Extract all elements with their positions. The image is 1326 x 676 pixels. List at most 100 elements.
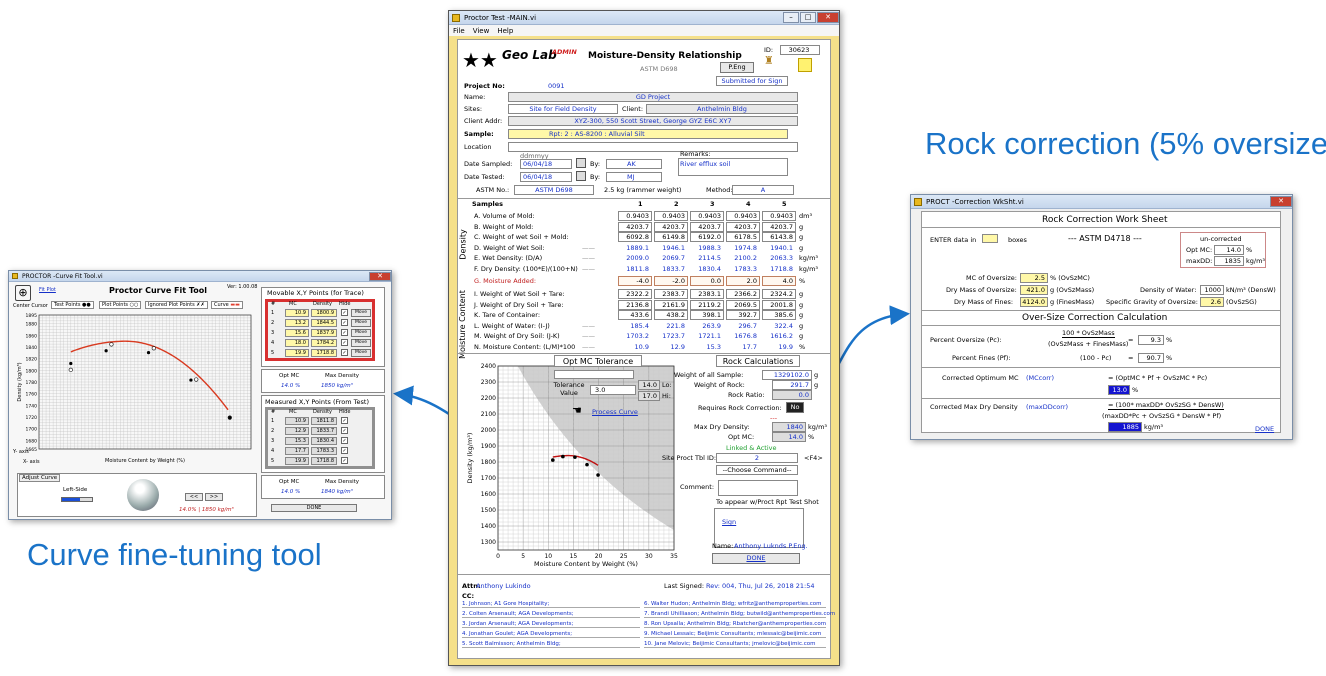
sign-link[interactable]: Sign [722, 518, 736, 526]
table-cell[interactable]: 6178.5 [726, 232, 760, 242]
maximize-icon[interactable]: □ [800, 12, 816, 23]
curve-titlebar[interactable]: PROCTOR -Curve Fit Tool.vi ✕ [9, 271, 391, 282]
close-icon[interactable]: ✕ [817, 12, 839, 23]
req-rock-toggle[interactable]: No [786, 402, 804, 413]
table-cell[interactable]: 6192.0 [690, 232, 724, 242]
site-tbl-select[interactable]: 2 [716, 453, 798, 463]
shift-left-button[interactable]: << [185, 493, 203, 501]
addr-field[interactable]: XYZ-300, 550 Scott Street, George GYZ E6… [508, 116, 798, 126]
sampled-field[interactable]: 06/04/18 [520, 159, 572, 169]
wt-rock-field[interactable]: 291.7 [772, 380, 812, 390]
table-cell[interactable]: 2366.2 [726, 289, 760, 299]
table-cell[interactable]: 0.0 [690, 275, 724, 286]
table-cell[interactable]: 2324.2 [762, 289, 796, 299]
remarks-field[interactable]: River efflux soil [678, 158, 788, 176]
name-field[interactable]: GD Project [508, 92, 798, 102]
rock-close-icon[interactable]: ✕ [1270, 196, 1292, 207]
sg-field[interactable]: 2.6 [1200, 297, 1224, 307]
id-field[interactable]: 30623 [780, 45, 820, 55]
table-cell[interactable]: 4.0 [762, 275, 796, 286]
project-value[interactable]: 0091 [548, 82, 565, 90]
method-select[interactable]: A [732, 185, 794, 195]
table-cell[interactable]: 2383.7 [654, 289, 688, 299]
table-cell[interactable]: 4203.7 [654, 221, 688, 232]
shift-right-button[interactable]: >> [205, 493, 223, 501]
hide-checkbox[interactable]: ✓ [341, 349, 348, 356]
menu-help[interactable]: Help [497, 27, 513, 35]
hide-checkbox[interactable]: ✓ [341, 319, 348, 326]
tolerance-field[interactable]: 3.0 [590, 385, 636, 395]
table-cell[interactable]: 433.6 [618, 310, 652, 320]
command-select[interactable]: --Choose Command-- [716, 465, 798, 475]
hide-checkbox[interactable]: ✓ [341, 309, 348, 316]
hide-checkbox[interactable]: ✓ [341, 447, 348, 454]
hand-icon[interactable]: ☚ [572, 404, 582, 417]
hide-checkbox[interactable]: ✓ [341, 457, 348, 464]
curve-close-icon[interactable]: ✕ [369, 271, 391, 281]
move-button[interactable]: Move [351, 339, 371, 347]
sites-field[interactable]: Site for Field Density [508, 104, 618, 114]
table-cell[interactable]: 438.2 [654, 310, 688, 320]
rock-done-button[interactable]: DONE [1255, 425, 1274, 433]
table-cell[interactable]: 2.0 [726, 275, 760, 286]
by-field-2[interactable]: MJ [606, 172, 662, 182]
process-curve-link[interactable]: Process Curve [592, 408, 638, 416]
table-cell[interactable]: 2069.5 [726, 299, 760, 310]
dry-over-field[interactable]: 421.0 [1020, 285, 1048, 295]
sample-select[interactable]: Rpt: 2 : AS-8200 : Alluvial Silt [508, 129, 788, 139]
curve-done-button[interactable]: DONE [271, 504, 357, 512]
table-cell[interactable]: 2001.8 [762, 299, 796, 310]
hide-checkbox[interactable]: ✓ [341, 329, 348, 336]
client-field[interactable]: Anthelmin Bldg [646, 104, 798, 114]
table-cell[interactable]: 0.9403 [762, 211, 796, 221]
hide-checkbox[interactable]: ✓ [341, 417, 348, 424]
move-button[interactable]: Move [351, 329, 371, 337]
tolerance-select[interactable] [554, 370, 634, 379]
menu-file[interactable]: File [453, 27, 465, 35]
main-titlebar[interactable]: Proctor Test -MAIN.vi – □ ✕ [449, 11, 839, 25]
p-eng-button[interactable]: P.Eng [720, 62, 754, 73]
tested-field[interactable]: 06/04/18 [520, 172, 572, 182]
table-cell[interactable]: -4.0 [618, 275, 652, 286]
calendar-icon-2[interactable] [576, 171, 586, 181]
hide-checkbox[interactable]: ✓ [341, 437, 348, 444]
table-cell[interactable]: 4203.7 [690, 221, 724, 232]
comment-field[interactable] [718, 480, 798, 496]
table-cell[interactable]: 2161.9 [654, 299, 688, 310]
table-cell[interactable]: 0.9403 [690, 211, 724, 221]
calendar-icon[interactable] [576, 158, 586, 168]
table-cell[interactable]: 6149.8 [654, 232, 688, 242]
move-button[interactable]: Move [351, 309, 371, 317]
rock-titlebar[interactable]: PROCT -Correction WkSht.vi ✕ [911, 195, 1292, 209]
table-cell[interactable]: 0.9403 [654, 211, 688, 221]
table-cell[interactable]: 2119.2 [690, 299, 724, 310]
dry-fines-field[interactable]: 4124.0 [1020, 297, 1048, 307]
main-done-button[interactable]: DONE [712, 553, 800, 564]
fit-plot-link[interactable]: Fit Plot [39, 287, 56, 293]
table-cell[interactable]: 2136.8 [618, 299, 652, 310]
left-side-slider[interactable] [61, 497, 93, 502]
table-cell[interactable]: 4203.7 [618, 221, 652, 232]
table-cell[interactable]: 0.9403 [726, 211, 760, 221]
astm-select[interactable]: ASTM D698 [514, 185, 594, 195]
table-cell[interactable]: 0.9403 [618, 211, 652, 221]
move-button[interactable]: Move [351, 349, 371, 357]
crosshair-icon[interactable]: ⊕ [15, 285, 31, 301]
adjust-knob[interactable] [127, 479, 159, 511]
minimize-icon[interactable]: – [783, 12, 799, 23]
water-field[interactable]: 1000 [1200, 285, 1224, 295]
submitted-select[interactable]: Submitted for Sign [716, 76, 788, 86]
table-cell[interactable]: 385.6 [762, 310, 796, 320]
by-field-1[interactable]: AK [606, 159, 662, 169]
hide-checkbox[interactable]: ✓ [341, 339, 348, 346]
menu-view[interactable]: View [473, 27, 490, 35]
table-cell[interactable]: 4203.7 [726, 221, 760, 232]
table-cell[interactable]: 4203.7 [762, 221, 796, 232]
table-cell[interactable]: 2383.1 [690, 289, 724, 299]
table-cell[interactable]: 398.1 [690, 310, 724, 320]
hide-checkbox[interactable]: ✓ [341, 427, 348, 434]
table-cell[interactable]: 392.7 [726, 310, 760, 320]
mc-over-field[interactable]: 2.5 [1020, 273, 1048, 283]
table-cell[interactable]: 6092.8 [618, 232, 652, 242]
move-button[interactable]: Move [351, 319, 371, 327]
